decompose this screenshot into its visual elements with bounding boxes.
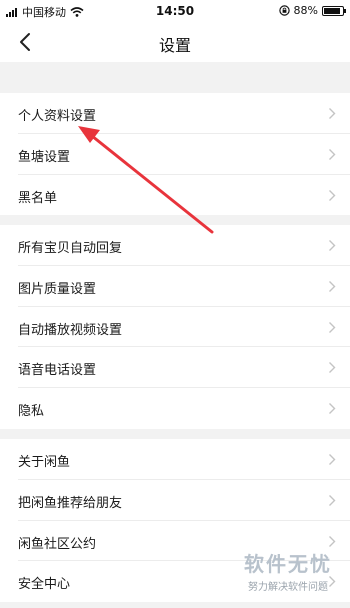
nav-bar: 设置 bbox=[0, 22, 350, 62]
status-bar: 中国移动 14:50 88% bbox=[0, 0, 350, 22]
settings-row-label: 关于闲鱼 bbox=[18, 455, 71, 470]
settings-row[interactable]: 语音电话设置 bbox=[0, 347, 350, 389]
rotation-lock-icon bbox=[278, 5, 290, 16]
settings-row[interactable]: 图片质量设置 bbox=[0, 266, 350, 307]
settings-row-label: 把闲鱼推荐给朋友 bbox=[18, 495, 123, 511]
settings-row-label: 自动播放视频设置 bbox=[18, 322, 123, 338]
chevron-right-icon bbox=[329, 148, 336, 160]
settings-row-label: 个人资料设置 bbox=[18, 109, 97, 124]
settings-row[interactable]: 把闲鱼推荐给朋友 bbox=[0, 480, 350, 521]
settings-row[interactable]: 鱼塘设置 bbox=[0, 134, 350, 175]
chevron-right-icon bbox=[329, 108, 336, 119]
battery-icon bbox=[322, 5, 346, 16]
page-title: 设置 bbox=[158, 36, 191, 55]
settings-row-label: 所有宝贝自动回复 bbox=[18, 241, 123, 256]
chevron-right-icon bbox=[329, 321, 336, 333]
settings-row-label: 闲鱼社区公约 bbox=[18, 536, 97, 552]
chevron-right-icon bbox=[329, 189, 336, 201]
chevron-right-icon bbox=[329, 454, 336, 465]
battery-fill bbox=[324, 7, 340, 14]
chevron-right-icon bbox=[329, 403, 336, 415]
watermark-logo: 软件无忧 努力解决软件问题 bbox=[244, 548, 332, 593]
settings-row-label: 图片质量设置 bbox=[18, 281, 97, 297]
settings-group-preferences: 所有宝贝自动回复 图片质量设置自动播放视频设置 语音电话设置 隐私 bbox=[0, 225, 350, 429]
status-right: 88% bbox=[278, 4, 346, 17]
chevron-right-icon bbox=[329, 535, 336, 547]
battery-percent: 88% bbox=[293, 4, 318, 17]
chevron-right-icon bbox=[329, 362, 336, 374]
settings-row[interactable]: 关于闲鱼 bbox=[0, 439, 350, 480]
settings-row-label: 语音电话设置 bbox=[18, 363, 97, 379]
settings-row-label: 鱼塘设置 bbox=[18, 149, 71, 165]
settings-row[interactable]: 隐私 bbox=[0, 388, 350, 429]
settings-row[interactable]: 个人资料设置 bbox=[0, 93, 350, 134]
chevron-right-icon bbox=[329, 494, 336, 506]
watermark-sub: 努力解决软件问题 bbox=[248, 582, 328, 593]
chevron-right-icon bbox=[329, 280, 336, 292]
settings-row-label: 安全中心 bbox=[18, 577, 71, 593]
settings-row[interactable]: 所有宝贝自动回复 bbox=[0, 225, 350, 266]
settings-row-label: 隐私 bbox=[18, 404, 45, 420]
settings-group-account: 个人资料设置 鱼塘设置黑名单 bbox=[0, 93, 350, 216]
chevron-right-icon bbox=[329, 240, 336, 251]
settings-row[interactable]: 黑名单 bbox=[0, 175, 350, 216]
settings-row-label: 黑名单 bbox=[18, 190, 58, 206]
settings-row[interactable]: 自动播放视频设置 bbox=[0, 307, 350, 348]
watermark-main: 软件无忧 bbox=[244, 552, 332, 576]
